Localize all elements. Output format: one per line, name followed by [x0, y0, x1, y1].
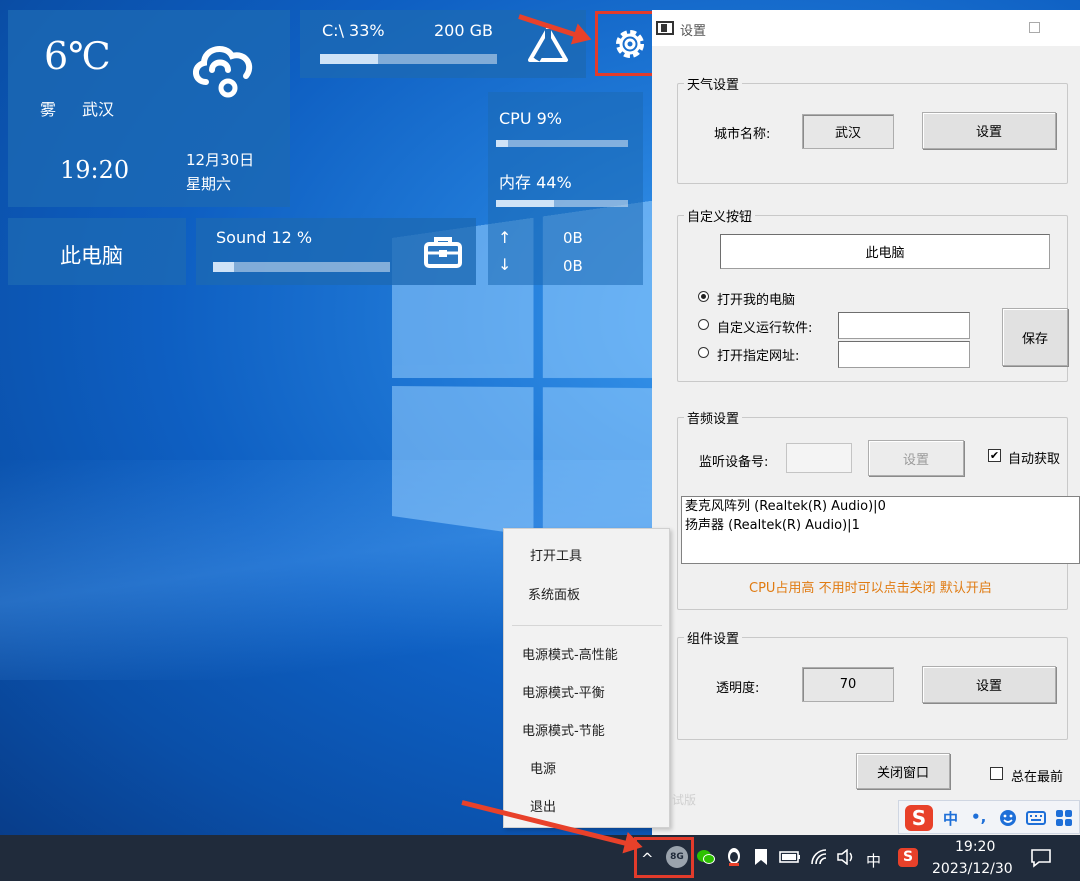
save-button[interactable]: 保存 [1002, 308, 1068, 366]
device-number-input[interactable] [786, 443, 852, 473]
temperature: 6℃ [44, 34, 111, 78]
bookmark-app-icon[interactable] [753, 848, 769, 866]
settings-window: 设置 天气设置 城市名称: 武汉 设置 自定义按钮 此电脑 打开我的电脑 自定义… [652, 10, 1080, 835]
sound-level-bar[interactable] [213, 262, 390, 272]
component-settings-legend: 组件设置 [687, 632, 740, 647]
opacity-set-button[interactable]: 设置 [922, 666, 1056, 703]
qq-icon[interactable] [725, 847, 743, 867]
volume-icon[interactable] [836, 849, 856, 865]
ime-punctuation[interactable]: •, [971, 808, 986, 826]
ime-toolbar: S 中 •, [898, 800, 1080, 834]
upload-speed: 0B [563, 229, 583, 247]
sound-label: Sound 12 % [216, 228, 313, 247]
battery-icon[interactable] [779, 851, 801, 863]
auto-detect-label: 自动获取 [1008, 452, 1061, 467]
menu-item-power-saver[interactable]: 电源模式-节能 [522, 720, 605, 739]
menu-item-power[interactable]: 电源 [530, 758, 556, 777]
widget-weekday: 星期六 [186, 175, 232, 193]
notification-icon[interactable] [1030, 848, 1052, 868]
device-number-label: 监听设备号: [699, 455, 769, 470]
menu-item-system-panel[interactable]: 系统面板 [528, 584, 580, 603]
maximize-button[interactable] [1029, 22, 1040, 33]
input-language[interactable]: 中 [866, 850, 881, 871]
audio-set-button[interactable]: 设置 [868, 440, 964, 476]
wifi-icon[interactable] [810, 848, 830, 866]
widget-time: 19:20 [60, 156, 130, 184]
menu-item-power-high[interactable]: 电源模式-高性能 [522, 644, 618, 663]
widget-date: 12月30日 [186, 151, 255, 169]
weather-state: 雾 [40, 100, 57, 119]
run-software-label: 自定义运行软件: [717, 321, 813, 336]
auto-detect-checkbox[interactable]: ✔ [988, 449, 1001, 462]
city-name-field[interactable]: 武汉 [802, 114, 894, 149]
always-on-top-checkbox[interactable] [990, 767, 1003, 780]
weather-settings-legend: 天气设置 [687, 78, 740, 93]
settings-titlebar[interactable]: 设置 [652, 10, 1080, 46]
keyboard-icon[interactable] [1026, 810, 1046, 826]
wechat-icon[interactable] [696, 848, 716, 866]
taskbar [0, 835, 1080, 881]
list-item[interactable]: 麦克风阵列 (Realtek(R) Audio)|0 [682, 497, 1079, 516]
app-window-icon [656, 21, 674, 35]
emoji-icon[interactable] [999, 809, 1017, 827]
run-software-input[interactable] [838, 312, 970, 339]
cpu-warning-text: CPU占用高 不用时可以点击关闭 默认开启 [749, 581, 992, 596]
cloud-weather-icon [193, 45, 253, 98]
audio-device-list[interactable]: 麦克风阵列 (Realtek(R) Audio)|0 扬声器 (Realtek(… [681, 496, 1080, 564]
cpu-label: CPU 9% [499, 109, 562, 128]
open-url-label: 打开指定网址: [717, 349, 800, 364]
custom-button-legend: 自定义按钮 [687, 210, 753, 225]
always-on-top-label: 总在最前 [1011, 770, 1064, 785]
toolbox-grid-icon[interactable] [1055, 809, 1073, 827]
menu-separator [512, 625, 662, 626]
memory-usage-bar [496, 200, 628, 207]
custom-button-name-input[interactable]: 此电脑 [720, 234, 1050, 269]
weather-set-button[interactable]: 设置 [922, 112, 1056, 149]
toolbox-icon[interactable] [423, 235, 463, 269]
menu-item-open-tool[interactable]: 打开工具 [530, 545, 582, 564]
audio-settings-legend: 音频设置 [687, 412, 740, 427]
memory-label: 内存 44% [499, 173, 572, 192]
taskbar-date[interactable]: 2023/12/30 [932, 861, 1013, 877]
download-speed: 0B [563, 257, 583, 275]
list-item[interactable]: 扬声器 (Realtek(R) Audio)|1 [682, 516, 1079, 535]
upload-arrow-icon: ↑ [498, 228, 512, 247]
disk-label: C:\ 33% [322, 21, 385, 40]
radio-open-pc[interactable] [698, 291, 709, 302]
opacity-label: 透明度: [716, 681, 760, 696]
open-url-input[interactable] [838, 341, 970, 368]
taskbar-time[interactable]: 19:20 [955, 839, 995, 855]
sogou-logo-icon[interactable]: S [905, 805, 933, 831]
tray-context-menu: 打开工具 系统面板 电源模式-高性能 电源模式-平衡 电源模式-节能 电源 退出 [503, 528, 670, 828]
radio-open-url[interactable] [698, 347, 709, 358]
cpu-usage-bar [496, 140, 628, 147]
this-pc-label: 此电脑 [60, 244, 123, 268]
radio-run-software[interactable] [698, 319, 709, 330]
city-name-label: 城市名称: [714, 127, 771, 142]
menu-item-power-balanced[interactable]: 电源模式-平衡 [522, 682, 605, 701]
menu-item-exit[interactable]: 退出 [530, 796, 556, 815]
open-pc-label: 打开我的电脑 [717, 293, 796, 308]
settings-title: 设置 [680, 24, 707, 39]
close-window-button[interactable]: 关闭窗口 [856, 753, 950, 789]
version-watermark: 试版 [672, 793, 697, 807]
ime-mode[interactable]: 中 [943, 808, 958, 829]
sogou-tray-icon[interactable]: S [898, 848, 918, 867]
weather-city: 武汉 [82, 100, 115, 119]
opacity-field[interactable]: 70 [802, 667, 894, 702]
download-arrow-icon: ↓ [498, 255, 512, 274]
disk-usage-bar [320, 54, 497, 64]
disk-size: 200 GB [434, 21, 493, 40]
